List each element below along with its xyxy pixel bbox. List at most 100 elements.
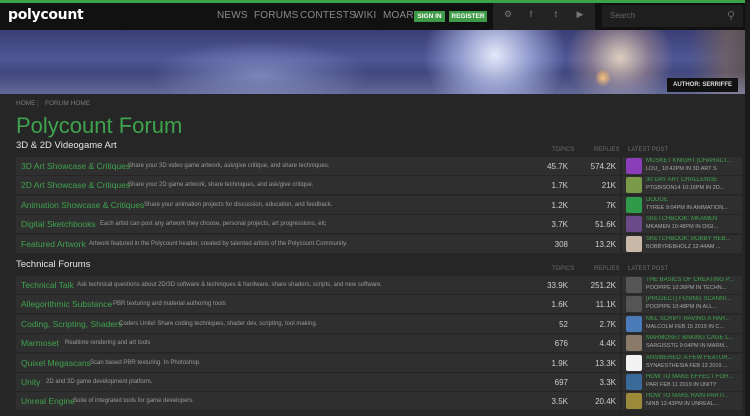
- latest-post-meta: NINB 12:43PM IN UNREAL...: [646, 401, 719, 407]
- latest-post-title[interactable]: MUSKET KNIGHT [CHARACT...: [646, 158, 740, 164]
- forum-row[interactable]: Unreal Engine Suite of integrated tools f…: [16, 392, 620, 410]
- latest-post-meta: SARGISSTG 9:04PM IN MARM...: [646, 343, 729, 349]
- header-banner-image: [0, 30, 750, 94]
- latest-post[interactable]: ANSWERED: A FEW FEATUR... SYNAESTHESIA FE…: [622, 354, 742, 372]
- forum-row[interactable]: 3D Art Showcase & Critiques Share your 3D…: [16, 157, 620, 175]
- latest-post[interactable]: SKETCHBOOK: MKAMEN MKAMEN 10:48PM IN DIGI…: [622, 215, 742, 233]
- avatar[interactable]: [626, 374, 642, 390]
- latest-post[interactable]: SKETCHBOOK: BOBBY REB... BOBBYREBHOLZ 12:…: [622, 235, 742, 253]
- avatar[interactable]: [626, 316, 642, 332]
- avatar[interactable]: [626, 335, 642, 351]
- forum-description: Share your 2D game artwork, share techni…: [128, 182, 314, 188]
- latest-post-title[interactable]: SKETCHBOOK: BOBBY REB...: [646, 236, 740, 242]
- youtube-icon[interactable]: ▶: [565, 3, 595, 30]
- latest-post[interactable]: MARMOSET BAKING CAGE L... SARGISSTG 9:04P…: [622, 334, 742, 352]
- forum-name-link[interactable]: Quixel Megascans: [21, 358, 91, 368]
- latest-post-title[interactable]: 30 DAY ART CHALLENGE: [646, 177, 740, 183]
- column-header-topics: TOPICS: [552, 147, 575, 153]
- latest-post[interactable]: HOW TO MAKE RAIN PARTI... NINB 12:43PM IN…: [622, 392, 742, 410]
- forum-name-link[interactable]: Technical Talk: [21, 280, 74, 290]
- latest-post[interactable]: MEL SCRIPT HAVING A HAR... MALCOLM FEB 15…: [622, 315, 742, 333]
- avatar[interactable]: [626, 236, 642, 252]
- forum-row[interactable]: Marmoset Realtime rendering and art tools…: [16, 334, 620, 352]
- forum-name-link[interactable]: Unreal Engine: [21, 396, 75, 406]
- forum-description: Artwork featured in the Polycount header…: [89, 241, 348, 247]
- avatar[interactable]: [626, 296, 642, 312]
- banner-author-badge[interactable]: AUTHOR: SERRIFFE: [667, 78, 738, 92]
- latest-post-title[interactable]: [PROJECT] FUSING SCANNI...: [646, 296, 740, 302]
- latest-post[interactable]: MUSKET KNIGHT [CHARACT... LOU_ 10:42PM IN…: [622, 157, 742, 175]
- latest-post[interactable]: THE BASICS OF CREATING P... POOPIPE 10:36…: [622, 276, 742, 294]
- latest-post-meta: POOPIPE 10:48PM IN ALL...: [646, 304, 717, 310]
- breadcrumb-home[interactable]: HOME: [16, 100, 36, 107]
- forum-name-link[interactable]: 3D Art Showcase & Critiques: [21, 161, 130, 171]
- forum-name-link[interactable]: 2D Art Showcase & Critiques: [21, 180, 130, 190]
- avatar[interactable]: [626, 355, 642, 371]
- replies-count: 3.3K: [599, 378, 616, 387]
- latest-post-meta: MKAMEN 10:48PM IN DIGI...: [646, 224, 719, 230]
- topics-count: 697: [554, 378, 568, 387]
- nav-news[interactable]: NEWS: [217, 10, 248, 21]
- topics-count: 3.7K: [551, 220, 568, 229]
- nav-forums[interactable]: FORUMS: [254, 10, 299, 21]
- forum-name-link[interactable]: Unity: [21, 377, 40, 387]
- topics-count: 308: [554, 240, 568, 249]
- forum-row[interactable]: Featured Artwork Artwork featured in the …: [16, 235, 620, 253]
- latest-post[interactable]: HOW TO MAKE EFFECT FOR... PARI FEB 11 201…: [622, 373, 742, 391]
- nav-moar[interactable]: MOAR: [383, 10, 414, 21]
- scrollbar[interactable]: [745, 0, 750, 416]
- topics-count: 1.9K: [551, 359, 568, 368]
- avatar[interactable]: [626, 277, 642, 293]
- forum-row[interactable]: Coding, Scripting, Shaders Coders Unite! …: [16, 315, 620, 333]
- latest-post-title[interactable]: SKETCHBOOK: MKAMEN: [646, 216, 740, 222]
- forum-row[interactable]: Digital Sketchbooks Each artist can post …: [16, 215, 620, 233]
- avatar[interactable]: [626, 177, 642, 193]
- register-button[interactable]: REGISTER: [449, 11, 487, 22]
- forum-description: Suite of integrated tools for game devel…: [73, 398, 195, 404]
- latest-post[interactable]: DODGE TYREE 9:04PM IN ANIMATION...: [622, 196, 742, 214]
- replies-count: 574.2K: [590, 162, 616, 171]
- latest-post-title[interactable]: HOW TO MAKE EFFECT FOR...: [646, 374, 740, 380]
- polycount-logo[interactable]: polycount: [8, 7, 84, 23]
- forum-row[interactable]: 2D Art Showcase & Critiques Share your 2D…: [16, 176, 620, 194]
- latest-post-title[interactable]: MARMOSET BAKING CAGE L...: [646, 335, 740, 341]
- latest-post-meta: TYREE 9:04PM IN ANIMATION...: [646, 205, 728, 211]
- search-input[interactable]: Search: [610, 11, 635, 20]
- avatar[interactable]: [626, 216, 642, 232]
- breadcrumb-forum-home[interactable]: FORUM HOME: [45, 100, 90, 107]
- latest-post[interactable]: [PROJECT] FUSING SCANNI... POOPIPE 10:48P…: [622, 295, 742, 313]
- forum-name-link[interactable]: Coding, Scripting, Shaders: [21, 319, 122, 329]
- search-box[interactable]: Search ⚲: [602, 5, 743, 27]
- forum-row[interactable]: Allegorithmic Substance PBR texturing and…: [16, 295, 620, 313]
- latest-post-title[interactable]: ANSWERED: A FEW FEATUR...: [646, 355, 740, 361]
- forum-name-link[interactable]: Allegorithmic Substance: [21, 299, 112, 309]
- forum-name-link[interactable]: Featured Artwork: [21, 239, 86, 249]
- latest-post-meta: SYNAESTHESIA FEB 13 2019 ...: [646, 363, 728, 369]
- avatar[interactable]: [626, 197, 642, 213]
- forum-name-link[interactable]: Marmoset: [21, 338, 59, 348]
- forum-row[interactable]: Animation Showcase & Critiques Share your…: [16, 196, 620, 214]
- latest-post-title[interactable]: DODGE: [646, 197, 740, 203]
- sign-in-button[interactable]: SIGN IN: [414, 11, 445, 22]
- topics-count: 676: [554, 339, 568, 348]
- breadcrumb-separator: |: [37, 100, 39, 107]
- topics-count: 33.9K: [547, 281, 568, 290]
- avatar[interactable]: [626, 393, 642, 409]
- latest-post-title[interactable]: HOW TO MAKE RAIN PARTI...: [646, 393, 740, 399]
- forum-name-link[interactable]: Digital Sketchbooks: [21, 219, 96, 229]
- forum-row[interactable]: Unity 2D and 3D game development platform…: [16, 373, 620, 391]
- search-icon[interactable]: ⚲: [727, 9, 735, 22]
- forum-description: PBR texturing and material authoring too…: [113, 301, 226, 307]
- forum-row[interactable]: Technical Talk Ask technical questions ab…: [16, 276, 620, 294]
- nav-contests[interactable]: CONTESTS: [300, 10, 356, 21]
- section-title: 3D & 2D Videogame Art: [16, 140, 117, 151]
- avatar[interactable]: [626, 158, 642, 174]
- forum-name-link[interactable]: Animation Showcase & Critiques: [21, 200, 144, 210]
- forum-description: Share your 3D video game artwork, ask/gi…: [128, 163, 330, 169]
- nav-wiki[interactable]: WIKI: [354, 10, 376, 21]
- replies-count: 13.2K: [595, 240, 616, 249]
- latest-post[interactable]: 30 DAY ART CHALLENGE PTGBISON14 10:16PM I…: [622, 176, 742, 194]
- forum-row[interactable]: Quixel Megascans Scan based PBR texturing…: [16, 354, 620, 372]
- latest-post-title[interactable]: MEL SCRIPT HAVING A HAR...: [646, 316, 740, 322]
- latest-post-title[interactable]: THE BASICS OF CREATING P...: [646, 277, 740, 283]
